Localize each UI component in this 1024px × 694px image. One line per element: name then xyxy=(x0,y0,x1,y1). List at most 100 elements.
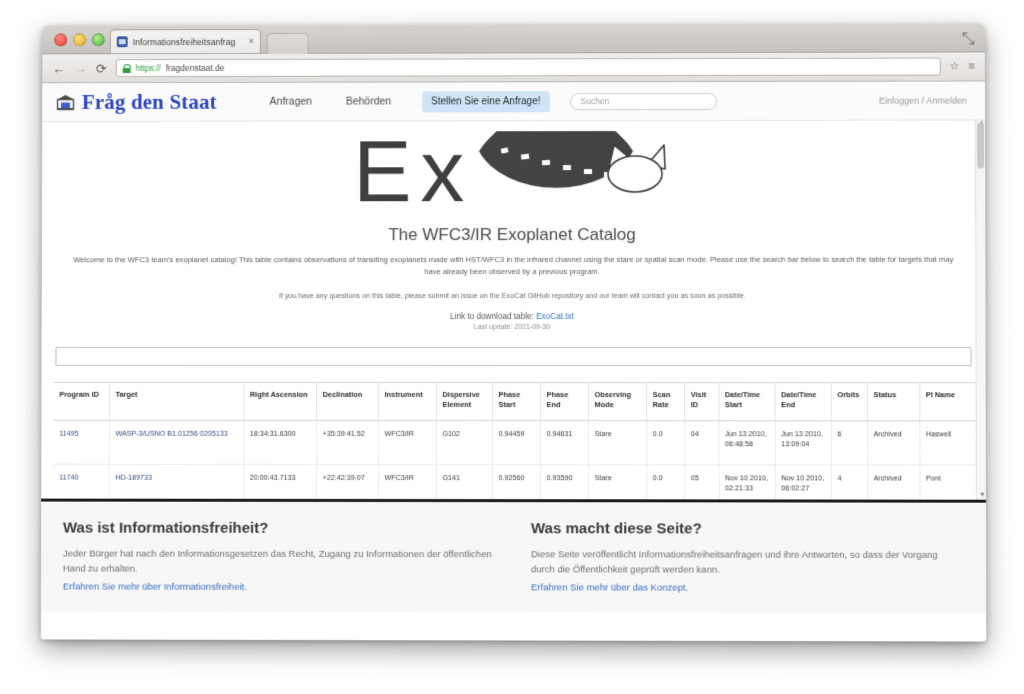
cell-datetime-end: Jun 13 2010, 13:09:04 xyxy=(774,420,831,465)
expand-window-icon[interactable]: ⤡ xyxy=(962,30,975,47)
footer-heading: Was macht diese Seite? xyxy=(530,520,702,538)
catalog-intro-text: Welcome to the WFC3 team's exoplanet cat… xyxy=(73,254,954,276)
favicon-icon xyxy=(116,36,128,48)
site-nav: Anfragen Behörden xyxy=(253,95,409,108)
cell-right-ascension: 18:34:31.6300 xyxy=(243,420,317,464)
catalog-note-text-after: and our team will contact you as soon as… xyxy=(583,290,746,300)
nav-item-anfragen[interactable]: Anfragen xyxy=(253,96,329,108)
footer-column-informationsfreiheit: Was ist Informationsfreiheit? Jeder Bürg… xyxy=(63,520,493,613)
new-tab-button[interactable] xyxy=(266,32,309,54)
col-visit-id[interactable]: Visit ID xyxy=(684,382,719,421)
col-program-id[interactable]: Program ID xyxy=(53,382,110,420)
url-scheme: https:// xyxy=(135,63,161,74)
cell-declination: +35:39:41.52 xyxy=(316,420,379,464)
site-logo[interactable]: Fråg den Staat xyxy=(56,89,217,114)
datetime-end-time: 13:09:04 xyxy=(781,439,810,449)
col-scan-rate[interactable]: Scan Rate xyxy=(646,382,685,421)
col-datetime-end[interactable]: Date/Time End xyxy=(774,382,831,421)
footer-link[interactable]: Erfahren Sie mehr über das Konzept. xyxy=(531,583,688,594)
table-row[interactable]: 11495 WASP-3/USNO B1.01256 0205133 18:34… xyxy=(53,419,984,465)
url-host: fragdenstaat.de xyxy=(165,62,225,74)
cell-program-id: 11740 xyxy=(53,463,109,503)
content-vertical-scrollbar[interactable]: ▲ ▼ xyxy=(975,120,986,500)
cell-orbits: 6 xyxy=(830,420,868,465)
footer-column-konzept: Was macht diese Seite? Diese Seite veröf… xyxy=(531,520,964,613)
browser-tab-strip: Informationsfreiheitsanfrag × ⤡ xyxy=(42,23,985,55)
footer-link[interactable]: Erfahren Sie mehr über Informationsfreih… xyxy=(63,582,247,593)
cell-datetime-start: Jun 13 2010, 06:48:58 xyxy=(718,420,775,465)
cell-visit-id: 04 xyxy=(684,420,719,465)
cell-program-id: 11495 xyxy=(53,419,110,464)
cell-observing-mode: Stare xyxy=(588,420,647,465)
table-search-input[interactable] xyxy=(55,346,972,366)
download-label: Link to download table: xyxy=(450,311,537,321)
close-tab-icon[interactable]: × xyxy=(249,36,254,46)
col-target[interactable]: Target xyxy=(109,382,244,421)
cell-target: HD-189733 xyxy=(108,463,244,503)
footer-heading: Was ist Informationsfreiheit? xyxy=(62,519,269,537)
cell-phase-start: 0.94459 xyxy=(491,420,541,465)
table-header-row: Program ID Target Right Ascension Declin… xyxy=(53,382,984,421)
cell-phase-start: 0.92560 xyxy=(491,464,541,503)
page-viewport: Fråg den Staat Anfragen Behörden Stellen… xyxy=(40,81,987,642)
cell-dispersive-element: G102 xyxy=(435,420,492,465)
building-icon xyxy=(56,94,75,111)
make-request-button[interactable]: Stellen Sie eine Anfrage! xyxy=(422,90,550,112)
forward-button[interactable]: → xyxy=(74,61,87,76)
catalog-note: If you have any questions on this table,… xyxy=(68,289,960,300)
cell-scan-rate: 0.0 xyxy=(646,464,685,503)
back-button[interactable]: ← xyxy=(52,61,65,76)
col-dispersive-element[interactable]: Dispersive Element xyxy=(436,382,492,421)
catalog-note-text-before: If you have any questions on this table,… xyxy=(278,290,502,300)
datetime-end-date: Jun 13 2010, xyxy=(781,428,823,438)
site-header: Fråg den Staat Anfragen Behörden Stellen… xyxy=(42,81,986,122)
cell-phase-end: 0.94631 xyxy=(540,420,589,465)
table-row[interactable]: 11740 HD-189733 20:00:43.7133 +22:42:39.… xyxy=(53,463,984,503)
cell-instrument: WFC3/IR xyxy=(378,420,437,465)
scroll-down-icon[interactable]: ▼ xyxy=(979,492,986,499)
cell-status: Archived xyxy=(867,420,920,465)
planet-cat-icon xyxy=(475,130,671,217)
tab-title: Informationsfreiheitsanfrag xyxy=(132,36,236,47)
download-row: Link to download table: ExoCat.txt xyxy=(42,312,986,321)
close-window-button[interactable] xyxy=(54,33,68,47)
col-right-ascension[interactable]: Right Ascension xyxy=(243,382,317,421)
datetime-start-time: 06:48:58 xyxy=(724,439,754,449)
reload-button[interactable]: ⟳ xyxy=(96,61,107,76)
col-datetime-start[interactable]: Date/Time Start xyxy=(718,382,775,421)
github-repo-link[interactable]: ExoCat GitHub repository xyxy=(502,291,584,300)
col-declination[interactable]: Declination xyxy=(316,382,379,421)
window-controls[interactable] xyxy=(54,33,105,47)
site-logo-text: Fråg den Staat xyxy=(81,89,217,114)
catalog-table-wrap: Program ID Target Right Ascension Declin… xyxy=(53,382,984,503)
cell-datetime-end: Nov 10 2010, 06:02:27 xyxy=(774,464,831,503)
scrollbar-thumb[interactable] xyxy=(977,122,985,169)
hamburger-menu-icon[interactable]: ≡ xyxy=(968,60,974,72)
cell-orbits: 4 xyxy=(830,464,868,503)
nav-item-behoerden[interactable]: Behörden xyxy=(329,95,408,108)
col-pi-name[interactable]: PI Name xyxy=(919,382,984,421)
col-status[interactable]: Status xyxy=(866,382,920,421)
address-bar[interactable]: https:// fragdenstaat.de xyxy=(115,57,941,78)
col-orbits[interactable]: Orbits xyxy=(830,382,868,421)
embedded-catalog-content: Ex The WFC3/IR Exoplanet Catalog Welcome… xyxy=(41,120,986,503)
cell-datetime-start: Nov 10 2010, 02:21:33 xyxy=(718,464,775,503)
col-instrument[interactable]: Instrument xyxy=(378,382,437,421)
site-search-input[interactable]: Suchen xyxy=(569,92,717,110)
cell-dispersive-element: G141 xyxy=(435,464,492,503)
browser-window: Informationsfreiheitsanfrag × ⤡ ← → ⟳ ht… xyxy=(40,23,987,642)
maximize-window-button[interactable] xyxy=(91,33,105,47)
bookmark-star-icon[interactable]: ☆ xyxy=(949,60,959,72)
cell-visit-id: 05 xyxy=(684,464,719,503)
cell-pi-name: Haswell xyxy=(919,420,984,465)
datetime-start-date: Jun 13 2010, xyxy=(724,428,767,438)
cell-target: WASP-3/USNO B1.01256 0205133 xyxy=(108,419,244,464)
download-exocat-link[interactable]: ExoCat.txt xyxy=(536,312,574,321)
login-register-link[interactable]: Einloggen / Anmelden xyxy=(879,96,971,106)
cell-observing-mode: Stare xyxy=(588,464,647,503)
col-phase-start[interactable]: Phase Start xyxy=(491,382,541,421)
browser-tab-active[interactable]: Informationsfreiheitsanfrag × xyxy=(109,29,261,54)
minimize-window-button[interactable] xyxy=(73,33,87,47)
col-observing-mode[interactable]: Observing Mode xyxy=(588,382,647,421)
col-phase-end[interactable]: Phase End xyxy=(540,382,589,421)
